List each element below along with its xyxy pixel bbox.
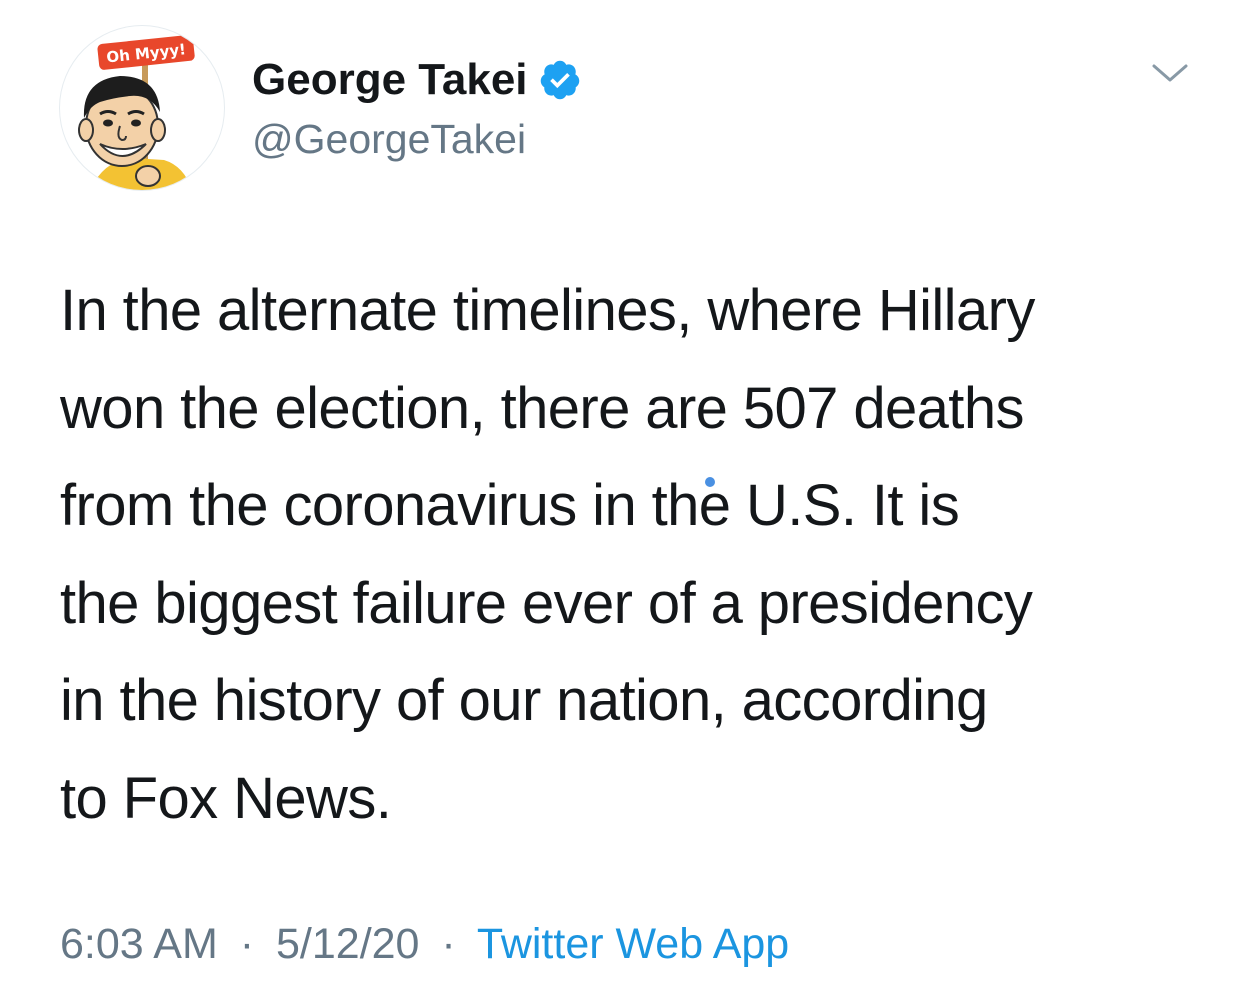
tweet-time[interactable]: 6:03 AM <box>60 920 218 968</box>
tweet-body: In the alternate timelines, where Hillar… <box>60 262 1210 847</box>
tweet-text-line: In the alternate timelines, where Hillar… <box>60 278 1035 343</box>
tweet-source-link[interactable]: Twitter Web App <box>477 920 789 968</box>
caricature-avatar-image: Oh Myyy! <box>78 34 195 190</box>
tweet-text-line: to Fox News. <box>60 765 392 831</box>
tweet-text-line: the biggest failure ever of a presidency <box>60 570 1033 636</box>
author-avatar[interactable]: Oh Myyy! <box>60 26 224 190</box>
tweet-text-line: won the election, there are 507 deaths <box>60 375 1024 441</box>
tweet-date[interactable]: 5/12/20 <box>276 920 419 968</box>
author-handle[interactable]: @GeorgeTakei <box>252 114 526 164</box>
tweet-meta: 6:03 AM · 5/12/20 · Twitter Web App <box>60 916 789 972</box>
author-name-text[interactable]: George Takei <box>252 54 528 106</box>
tweet-card: Oh Myyy! George Takei @GeorgeTakei In th… <box>0 0 1242 986</box>
tweet-text-line: from the coronavirus in the U.S. It is <box>60 473 960 538</box>
verified-badge-icon <box>538 58 582 102</box>
meta-separator: · <box>239 920 255 968</box>
tweet-text-line: in the history of our nation, according <box>60 668 988 733</box>
meta-separator: · <box>441 920 456 968</box>
author-display-name[interactable]: George Takei <box>252 54 582 106</box>
chevron-down-icon[interactable] <box>1150 58 1190 88</box>
text-cursor-marker <box>705 477 715 487</box>
